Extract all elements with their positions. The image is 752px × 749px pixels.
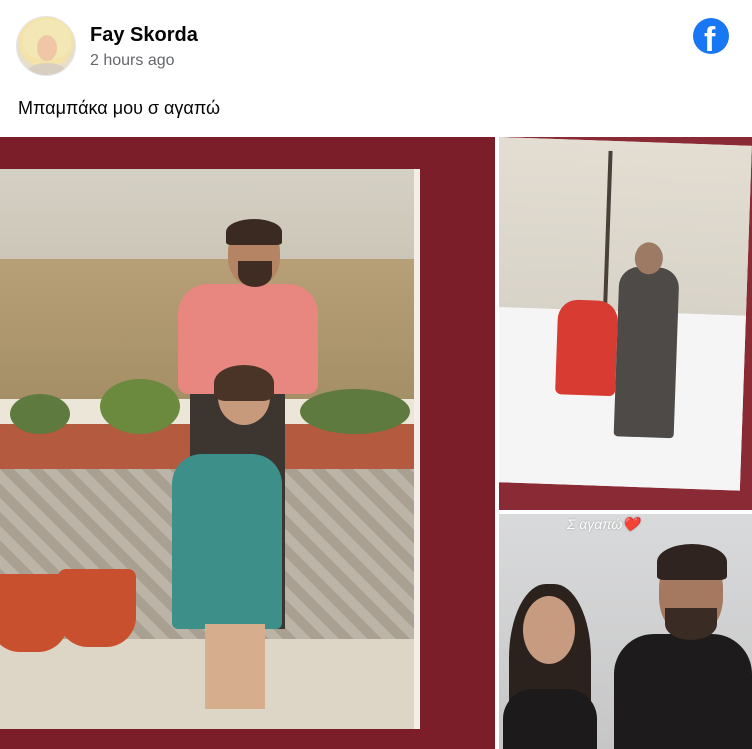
photo-man-beard bbox=[665, 608, 717, 640]
photo-man-hair bbox=[657, 544, 727, 580]
photo-print bbox=[0, 169, 420, 729]
photo-girl-face bbox=[523, 596, 575, 664]
heart-icon: ❤️ bbox=[622, 516, 640, 532]
photo-bush bbox=[300, 389, 410, 434]
photo-side-1[interactable] bbox=[499, 137, 752, 510]
photo-print bbox=[499, 137, 752, 491]
author-name[interactable]: Fay Skorda bbox=[90, 24, 198, 47]
author-avatar[interactable] bbox=[16, 16, 76, 76]
photo-girl-dress bbox=[172, 454, 282, 629]
overlay-text: Σ αγαπώ bbox=[567, 516, 623, 532]
photo-bush bbox=[100, 379, 180, 434]
avatar-face bbox=[37, 35, 57, 61]
post-timestamp[interactable]: 2 hours ago bbox=[90, 52, 175, 70]
photo-man-beard bbox=[238, 261, 272, 287]
photo-flowerpot bbox=[58, 569, 136, 647]
photo-girl-red-coat bbox=[555, 299, 619, 397]
photo-side-2[interactable]: Σ αγαπώ❤️ bbox=[499, 514, 752, 749]
photo-girl-top bbox=[503, 689, 597, 749]
post-caption: Μπαμπάκα μου σ αγαπώ bbox=[18, 98, 221, 118]
photo-girl-legs bbox=[205, 624, 265, 709]
facebook-logo-icon[interactable]: f bbox=[693, 18, 729, 54]
avatar-shoulders bbox=[27, 63, 67, 75]
photo-main[interactable] bbox=[0, 137, 495, 749]
facebook-logo-glyph: f bbox=[704, 21, 716, 54]
photo-overlay-text: Σ αγαπώ❤️ bbox=[567, 516, 640, 533]
facebook-post: Fay Skorda 2 hours ago f Μπαμπάκα μου σ … bbox=[0, 0, 752, 749]
photo-man-shirt bbox=[614, 634, 752, 749]
photo-girl-hair bbox=[214, 365, 274, 401]
photo-bush bbox=[10, 394, 70, 434]
photo-man-hair bbox=[226, 219, 282, 245]
photo-man-coat bbox=[613, 266, 680, 439]
